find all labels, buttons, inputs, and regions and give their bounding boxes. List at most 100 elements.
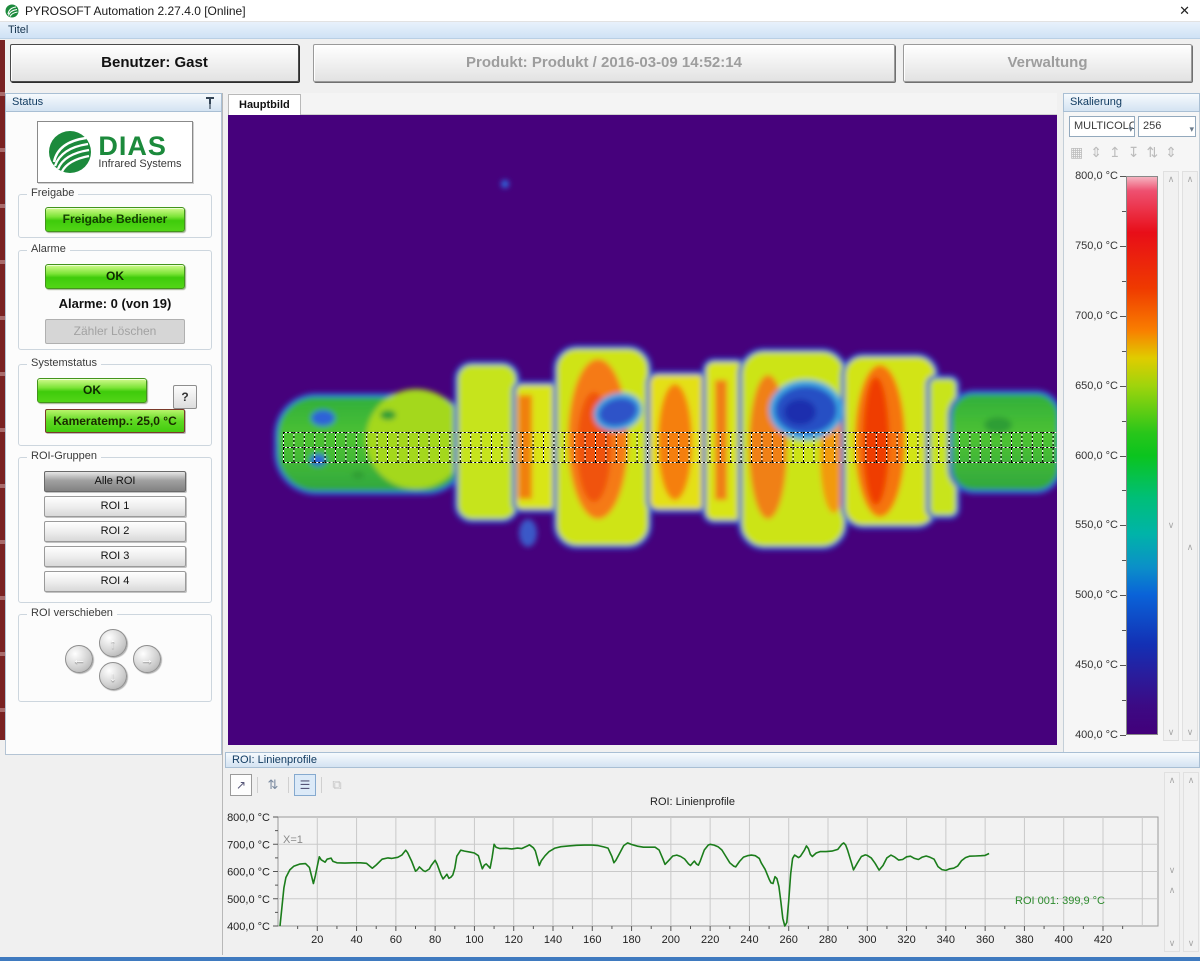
expand-scale-icon[interactable]: ⇕ — [1090, 144, 1102, 164]
roi-group-button[interactable]: ROI 3 — [44, 546, 186, 567]
up-icon[interactable]: ∧ — [1164, 174, 1178, 185]
list-view-button[interactable]: ☰ — [294, 774, 316, 796]
autoscale-icon[interactable]: ⇅ — [1146, 144, 1158, 164]
y-tick-label: 400,0 °C — [227, 921, 270, 933]
copy-icon[interactable]: ⧉ — [327, 777, 347, 793]
roi-gruppen-group: ROI-Gruppen Alle ROIROI 1ROI 2ROI 3ROI 4 — [18, 457, 212, 603]
scale-tick-mark — [1120, 246, 1126, 247]
roi-group-button[interactable]: ROI 1 — [44, 496, 186, 517]
up-icon[interactable]: ∧ — [1165, 775, 1179, 786]
down-icon[interactable]: ∨ — [1184, 938, 1198, 949]
user-button[interactable]: Benutzer: Gast — [10, 44, 299, 82]
palette-settings-icon[interactable]: ▦ — [1070, 144, 1083, 164]
systemstatus-group: Systemstatus OK ? Kameratemp.: 25,0 °C — [18, 364, 212, 446]
camera-temp-button[interactable]: Kameratemp.: 25,0 °C — [45, 409, 185, 433]
dias-logo-icon — [48, 130, 92, 174]
move-right-button[interactable]: → — [133, 645, 161, 673]
x-tick-label: 260 — [780, 934, 798, 946]
scale-tick-label: 750,0 °C — [1066, 240, 1118, 252]
x-tick-label: 60 — [390, 934, 402, 946]
scale-tick-mark — [1120, 316, 1126, 317]
app-logo-icon — [5, 4, 19, 18]
lower-max-icon[interactable]: ↧ — [1128, 144, 1140, 164]
thermal-image-canvas — [228, 115, 1057, 745]
chart-title: ROI: Linienprofile — [225, 796, 1160, 808]
down-icon[interactable]: ∨ — [1183, 727, 1197, 738]
palette-select-value: MULTICOLOR — [1074, 120, 1135, 132]
pin-icon[interactable] — [205, 97, 215, 109]
scale-minor-tick — [1122, 281, 1126, 282]
chart-svg: 2040608010012014016018020022024026028030… — [225, 808, 1170, 955]
arrow-up-icon: ↑ — [110, 635, 117, 651]
levels-select[interactable]: 256 ▾ — [1138, 116, 1196, 137]
titel-bar: Titel — [0, 22, 1200, 39]
y-tick-label: 500,0 °C — [227, 894, 270, 906]
roi-line-band[interactable] — [283, 432, 1057, 463]
down-icon[interactable]: ∨ — [1164, 520, 1178, 531]
chart-scrollbar-1[interactable]: ∧ ∨ ∧ ∨ — [1164, 772, 1180, 952]
y-tick-label: 800,0 °C — [227, 812, 270, 824]
scale-tick-label: 800,0 °C — [1066, 170, 1118, 182]
dias-logo-subtitle: Infrared Systems — [98, 158, 181, 170]
systemstatus-label: Systemstatus — [27, 357, 101, 369]
line-profile-chart: 2040608010012014016018020022024026028030… — [225, 808, 1170, 955]
skalierung-title: Skalierung — [1070, 96, 1122, 108]
alarme-label: Alarme — [27, 243, 70, 255]
shrink-scale-icon[interactable]: ⇕ — [1165, 144, 1177, 164]
help-button[interactable]: ? — [173, 385, 197, 409]
roi-verschieben-group: ROI verschieben ↑ ← → ↓ — [18, 614, 212, 702]
export-icon: ↗ — [236, 778, 246, 792]
product-button[interactable]: Produkt: Produkt / 2016-03-09 14:52:14 — [313, 44, 895, 82]
window-title: PYROSOFT Automation 2.27.4.0 [Online] — [25, 4, 246, 18]
system-ok-button[interactable]: OK — [37, 378, 147, 403]
x-tick-label: 420 — [1094, 934, 1112, 946]
freigabe-bediener-button[interactable]: Freigabe Bediener — [45, 207, 185, 232]
y-tick-label: 700,0 °C — [227, 839, 270, 851]
down-icon[interactable]: ∨ — [1164, 727, 1178, 738]
up-icon[interactable]: ∧ — [1184, 775, 1198, 786]
arrow-left-icon: ← — [72, 651, 86, 667]
chart-scrollbar-2[interactable]: ∧ ∨ — [1183, 772, 1199, 952]
scale-min-scrollbar[interactable]: ∧ ∧ ∨ — [1182, 171, 1198, 741]
freigabe-label: Freigabe — [27, 187, 78, 199]
admin-button[interactable]: Verwaltung — [903, 44, 1192, 82]
scale-max-scrollbar[interactable]: ∧ ∨ ∨ — [1163, 171, 1179, 741]
y-tick-label: 600,0 °C — [227, 867, 270, 879]
move-up-button[interactable]: ↑ — [99, 629, 127, 657]
scale-minor-tick — [1122, 421, 1126, 422]
scale-tick-mark — [1120, 176, 1126, 177]
tab-hauptbild[interactable]: Hauptbild — [228, 94, 301, 115]
down-icon[interactable]: ∨ — [1165, 938, 1179, 949]
chart-annotation: X=1 — [283, 834, 303, 846]
x-tick-label: 120 — [505, 934, 523, 946]
scale-minor-tick — [1122, 630, 1126, 631]
alarm-ok-button[interactable]: OK — [45, 264, 185, 289]
sort-icon[interactable]: ⇅ — [263, 777, 283, 793]
down-icon[interactable]: ∨ — [1165, 865, 1179, 876]
x-tick-label: 200 — [662, 934, 680, 946]
dias-logo-text: DIAS — [98, 134, 181, 158]
chart-toolbar: ↗ ⇅ ☰ ⧉ — [230, 773, 347, 797]
scale-tick-label: 550,0 °C — [1066, 519, 1118, 531]
x-tick-label: 220 — [701, 934, 719, 946]
skalierung-panel: Skalierung MULTICOLOR ▾ 256 ▾ ▦ ⇕ ↥ ↧ ⇅ ⇕ 800… — [1063, 93, 1200, 755]
hot-spot-noise — [501, 180, 509, 188]
roi-group-button[interactable]: ROI 2 — [44, 521, 186, 542]
roi-group-button[interactable]: Alle ROI — [44, 471, 186, 492]
scale-tick-label: 500,0 °C — [1066, 589, 1118, 601]
counter-clear-button[interactable]: Zähler Löschen — [45, 319, 185, 344]
thermal-image — [228, 115, 1057, 745]
x-tick-label: 240 — [740, 934, 758, 946]
scale-tick-mark — [1120, 456, 1126, 457]
raise-max-icon[interactable]: ↥ — [1109, 144, 1121, 164]
up-icon[interactable]: ∧ — [1183, 174, 1197, 185]
palette-select[interactable]: MULTICOLOR ▾ — [1069, 116, 1135, 137]
move-left-button[interactable]: ← — [65, 645, 93, 673]
close-icon[interactable]: ✕ — [1179, 3, 1190, 19]
up-icon[interactable]: ∧ — [1183, 542, 1197, 553]
up-icon[interactable]: ∧ — [1165, 885, 1179, 896]
x-tick-label: 80 — [429, 934, 441, 946]
roi-group-button[interactable]: ROI 4 — [44, 571, 186, 592]
export-button[interactable]: ↗ — [230, 774, 252, 796]
move-down-button[interactable]: ↓ — [99, 662, 127, 690]
